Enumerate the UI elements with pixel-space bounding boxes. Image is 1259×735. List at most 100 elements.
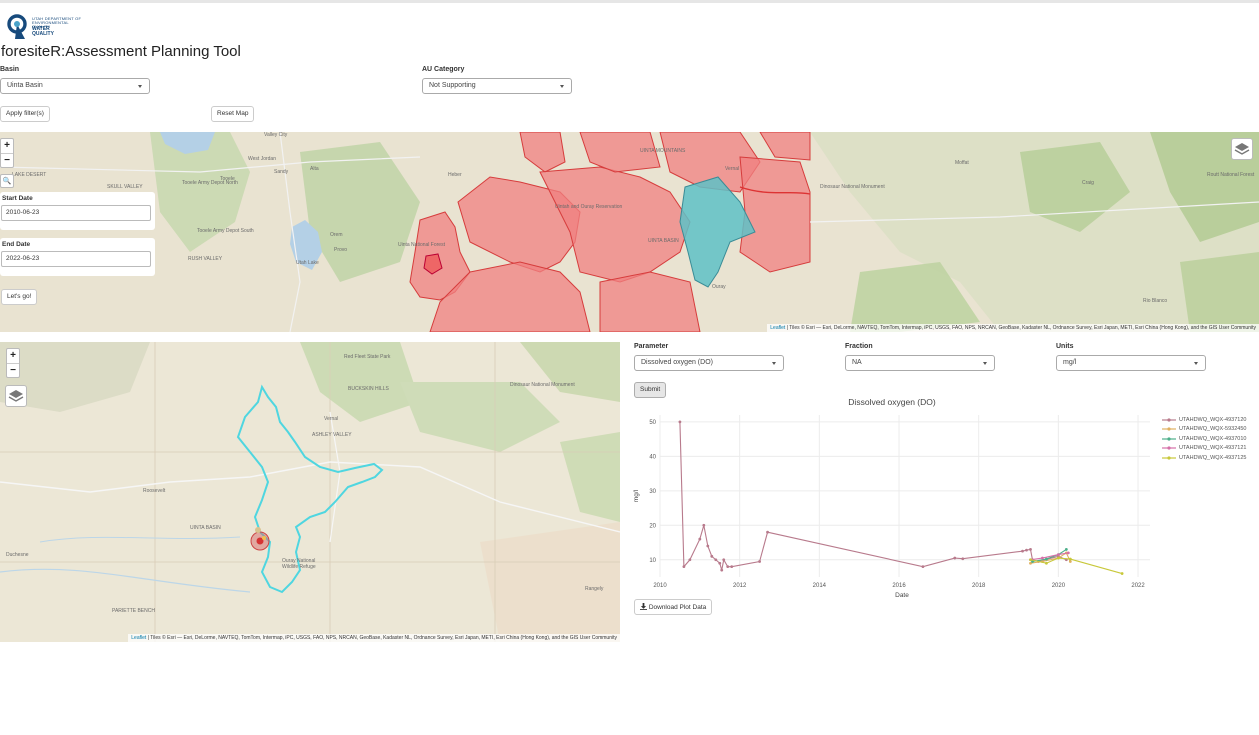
place-label: Routt National Forest: [1207, 172, 1255, 178]
leaflet-link[interactable]: Leaflet: [770, 325, 785, 331]
zoom-out-button[interactable]: −: [1, 153, 13, 167]
y-tick-label: 40: [649, 454, 656, 460]
data-point: [1021, 549, 1024, 553]
data-point: [714, 558, 718, 562]
fraction-select[interactable]: NA: [845, 355, 995, 371]
legend-swatch-icon: [1162, 418, 1176, 422]
data-point: [758, 560, 761, 563]
place-label: Rangely: [585, 586, 604, 592]
dwq-logo: Utah Department of Environmental Quality…: [6, 13, 86, 41]
leaflet-link[interactable]: Leaflet: [131, 635, 146, 641]
fraction-select-value: NA: [852, 359, 862, 366]
download-plot-data-button[interactable]: Download Plot Data: [634, 599, 713, 615]
zoom-in-button[interactable]: +: [7, 349, 19, 363]
units-select[interactable]: mg/l: [1056, 355, 1206, 371]
place-label: Vernal: [725, 166, 740, 172]
legend-label: UTAHDWQ_WQX-4937125: [1179, 454, 1247, 461]
place-label: Tooele: [220, 176, 235, 182]
place-label: Valley City: [264, 132, 288, 138]
place-label: UINTA BASIN: [648, 238, 679, 244]
y-tick-label: 50: [649, 420, 656, 426]
chevron-down-icon: [983, 362, 987, 365]
place-label: Duchesne: [6, 552, 29, 558]
do-time-series-chart: 10 20 30 40 50 2010 2012 2014 2016 2018 2020 2022 Di…: [632, 395, 1152, 601]
basin-select-value: Uinta Basin: [7, 82, 43, 89]
chart-svg: 10 20 30 40 50 2010 2012 2014 2016 2018 2020 2022 Di…: [633, 397, 1150, 599]
layers-icon: [8, 390, 24, 402]
legend-item[interactable]: UTAHDWQ_WQX-4937120: [1162, 415, 1246, 425]
legend-item[interactable]: UTAHDWQ_WQX-4937121: [1162, 444, 1246, 454]
data-point: [1045, 557, 1048, 561]
data-point: [1068, 560, 1072, 563]
x-tick-label: 2010: [653, 583, 667, 589]
legend-label: UTAHDWQ_WQX-5932450: [1179, 426, 1247, 433]
end-date-input[interactable]: 2022-06-23: [1, 251, 151, 267]
x-tick-label: 2020: [1052, 583, 1066, 589]
chevron-down-icon: [1194, 362, 1198, 365]
x-tick-label: 2018: [972, 583, 986, 589]
download-plot-data-label: Download Plot Data: [648, 604, 707, 611]
attribution-text: | Tiles © Esri — Esri, DeLorme, NAVTEQ, …: [785, 325, 1256, 331]
place-label: Orem: [330, 232, 343, 238]
place-label: Sandy: [274, 169, 289, 175]
place-label: ASHLEY VALLEY: [312, 432, 352, 438]
legend-item[interactable]: UTAHDWQ_WQX-4937010: [1162, 434, 1246, 444]
chart-legend: UTAHDWQ_WQX-4937120 UTAHDWQ_WQX-5932450 UT…: [1162, 415, 1246, 463]
place-label: Moffat: [955, 160, 969, 166]
start-date-input[interactable]: 2010-06-23: [1, 205, 151, 221]
y-tick-label: 30: [649, 489, 656, 495]
data-point: [720, 568, 724, 572]
zoom-out-button[interactable]: −: [7, 363, 19, 377]
data-point: [730, 565, 734, 569]
x-tick-label: 2016: [892, 583, 906, 589]
legend-swatch-icon: [1162, 456, 1176, 460]
basin-select[interactable]: Uinta Basin: [0, 78, 150, 94]
top-map-zoom-control: + −: [0, 138, 14, 168]
legend-swatch-icon: [1162, 446, 1176, 450]
units-select-value: mg/l: [1063, 359, 1077, 366]
place-label: Dinosaur National Monument: [510, 382, 575, 388]
data-point: [722, 558, 726, 562]
data-point: [1120, 572, 1124, 575]
reset-map-button[interactable]: Reset Map: [211, 106, 255, 122]
data-point: [726, 565, 730, 569]
data-point: [702, 523, 706, 527]
parameter-select[interactable]: Dissolved oxygen (DO): [634, 355, 784, 371]
au-category-select[interactable]: Not Supporting: [422, 78, 572, 94]
place-label: Uintah and Ouray Reservation: [555, 204, 623, 210]
search-button[interactable]: 🔍: [0, 174, 14, 188]
data-point: [698, 537, 702, 541]
search-icon: 🔍: [2, 178, 12, 185]
site-map-layers-button[interactable]: [5, 385, 27, 407]
data-point: [718, 561, 722, 565]
place-label: Uinta National Forest: [398, 242, 445, 248]
place-label: Red Fleet State Park: [344, 354, 391, 360]
data-point: [1029, 558, 1032, 562]
apply-filters-button[interactable]: Apply filter(s): [0, 106, 50, 122]
place-label: Heber: [448, 172, 462, 178]
zoom-in-button[interactable]: +: [1, 139, 13, 153]
end-date-panel: End Date 2022-06-23: [0, 238, 155, 276]
place-label: Craig: [1082, 180, 1094, 186]
top-map[interactable]: Valley City West Jordan Sandy Alta Tooel…: [0, 132, 1259, 332]
legend-item[interactable]: UTAHDWQ_WQX-4937125: [1162, 453, 1246, 463]
place-label: BUCKSKIN HILLS: [348, 386, 389, 392]
au-category-label: AU Category: [422, 66, 465, 73]
chevron-down-icon: [772, 362, 776, 365]
place-label: Roosevelt: [143, 488, 166, 494]
x-tick-label: 2012: [733, 583, 747, 589]
legend-label: UTAHDWQ_WQX-4937010: [1179, 435, 1247, 442]
place-label: Vernal: [324, 416, 339, 422]
legend-item[interactable]: UTAHDWQ_WQX-5932450: [1162, 425, 1246, 435]
place-label: Dinosaur National Monument: [820, 184, 885, 190]
y-tick-label: 20: [649, 523, 656, 529]
start-date-label: Start Date: [2, 195, 33, 202]
data-point: [678, 420, 682, 424]
data-point: [1041, 556, 1044, 560]
site-map[interactable]: Red Fleet State Park BUCKSKIN HILLS Dino…: [0, 342, 620, 642]
data-point: [1064, 548, 1068, 551]
top-map-layers-button[interactable]: [1231, 138, 1253, 160]
lets-go-button[interactable]: Let's go!: [1, 289, 38, 305]
data-point: [1029, 548, 1032, 551]
basin-label: Basin: [0, 66, 20, 73]
